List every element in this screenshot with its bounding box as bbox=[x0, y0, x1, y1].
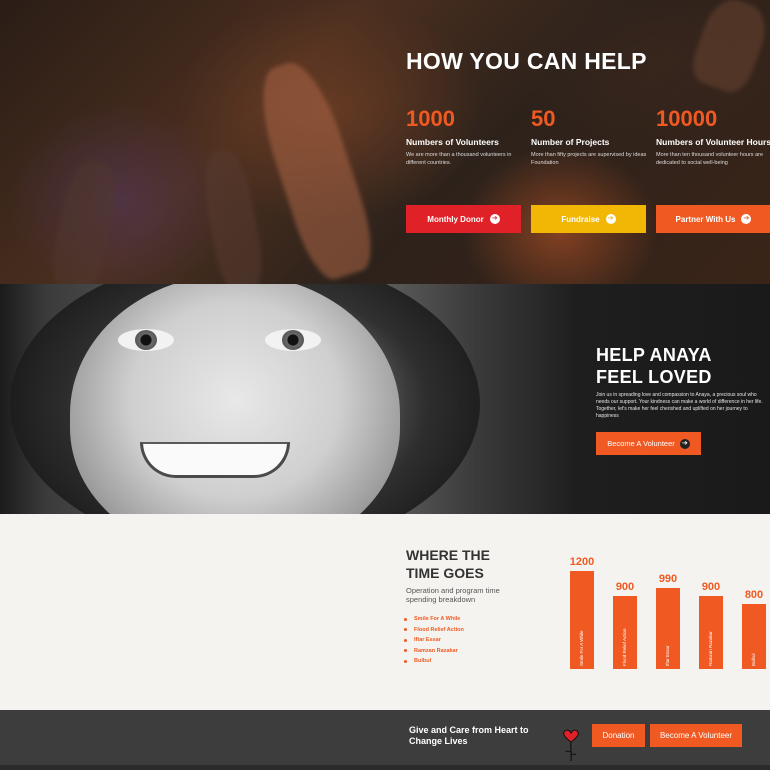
monthly-donor-button[interactable]: Monthly Donor ➔ bbox=[406, 205, 521, 233]
girl-photo-smile bbox=[140, 442, 290, 478]
help-anaya-section: HELP ANAYA FEEL LOVED Join us in spreadi… bbox=[0, 284, 770, 514]
stat-volunteers: 1000 Numbers of Volunteers We are more t… bbox=[406, 106, 524, 167]
bar-category-label: Smile For A While bbox=[579, 630, 584, 666]
section-subtitle: Operation and program time spending brea… bbox=[406, 586, 500, 604]
become-volunteer-button[interactable]: Become A Volunteer ➔ bbox=[596, 432, 701, 455]
legend-item: Smile For A While bbox=[404, 614, 464, 625]
bar-category-label: Flood Relief Action bbox=[622, 628, 627, 666]
title-line: HELP ANAYA bbox=[596, 345, 712, 365]
stat-value: 1000 bbox=[406, 106, 455, 131]
cta-text: Give and Care from Heart to Change Lives bbox=[409, 725, 529, 746]
hero-hand-shape bbox=[198, 147, 267, 284]
hero-title: HOW YOU CAN HELP bbox=[406, 48, 647, 74]
bar-value-label: 990 bbox=[658, 573, 678, 586]
stat-label: Numbers of Volunteers bbox=[406, 137, 499, 147]
arrow-right-icon: ➔ bbox=[489, 214, 500, 224]
stat-label: Numbers of Volunteer Hours bbox=[656, 137, 770, 147]
hero-hand-shape bbox=[47, 156, 123, 284]
title-line: FEEL LOVED bbox=[596, 367, 712, 387]
hero-section: HOW YOU CAN HELP 1000 Numbers of Volunte… bbox=[0, 0, 770, 284]
arrow-right-icon: ➔ bbox=[741, 214, 752, 224]
button-label: Partner With Us bbox=[675, 214, 736, 224]
time-bar-chart: 1200 Smile For A While 900 Flood Relief Act… bbox=[560, 514, 770, 710]
bar-value-label: 800 bbox=[744, 588, 764, 601]
girl-photo-eye bbox=[118, 329, 174, 351]
become-volunteer-cta-button[interactable]: Become A Volunteer bbox=[650, 724, 742, 747]
arrow-right-icon: ➔ bbox=[679, 438, 690, 449]
partner-with-us-button[interactable]: Partner With Us ➔ bbox=[656, 205, 770, 233]
fundraise-button[interactable]: Fundraise ➔ bbox=[531, 205, 646, 233]
button-label: Monthly Donor bbox=[427, 214, 484, 224]
bar-category-label: Iftar Essar bbox=[665, 645, 670, 666]
stat-value: 10000 bbox=[656, 106, 718, 131]
title-line: TIME GOES bbox=[406, 565, 484, 581]
button-label: Become A Volunteer bbox=[607, 439, 675, 448]
bar-value-label: 900 bbox=[615, 580, 635, 593]
bar-category-label: Ramzan Razakar bbox=[708, 631, 713, 666]
section-title: HELP ANAYA FEEL LOVED bbox=[596, 344, 712, 388]
legend-item: Flood Relief Action bbox=[404, 625, 464, 636]
hero-hand-shape bbox=[686, 0, 770, 98]
girl-photo bbox=[70, 284, 400, 514]
stat-label: Number of Projects bbox=[531, 137, 610, 147]
bar-value-label: 900 bbox=[701, 580, 721, 593]
legend-item: Bulbul bbox=[404, 656, 464, 667]
section-description: Join us in spreading love and compassion… bbox=[596, 392, 763, 419]
girl-photo-eye bbox=[265, 329, 321, 351]
program-legend: Smile For A While Flood Relief Action If… bbox=[404, 614, 464, 667]
hero-background-image bbox=[247, 54, 383, 284]
stat-description: More than ten thousand volunteer hours a… bbox=[656, 152, 764, 166]
legend-item: Iftar Essar bbox=[404, 635, 464, 646]
legend-item: Ramzan Razakar bbox=[404, 646, 464, 657]
cta-footer: Give and Care from Heart to Change Lives… bbox=[0, 710, 770, 770]
stat-description: We are more than a thousand volunteers i… bbox=[406, 152, 512, 166]
bar-value-label: 1200 bbox=[569, 556, 595, 568]
bar-category-label: Bulbul bbox=[751, 653, 756, 666]
arrow-right-icon: ➔ bbox=[605, 214, 616, 224]
stat-hours: 10000 Numbers of Volunteer Hours More th… bbox=[656, 106, 770, 167]
stat-value: 50 bbox=[531, 106, 556, 131]
stat-projects: 50 Number of Projects More than fifty pr… bbox=[531, 106, 649, 167]
section-title: WHERE THE TIME GOES bbox=[406, 546, 490, 582]
donation-button[interactable]: Donation bbox=[592, 724, 645, 747]
stat-description: More than fifty projects are supervised … bbox=[531, 152, 647, 166]
button-label: Fundraise bbox=[561, 214, 600, 224]
title-line: WHERE THE bbox=[406, 547, 490, 563]
heart-icon bbox=[563, 729, 579, 762]
